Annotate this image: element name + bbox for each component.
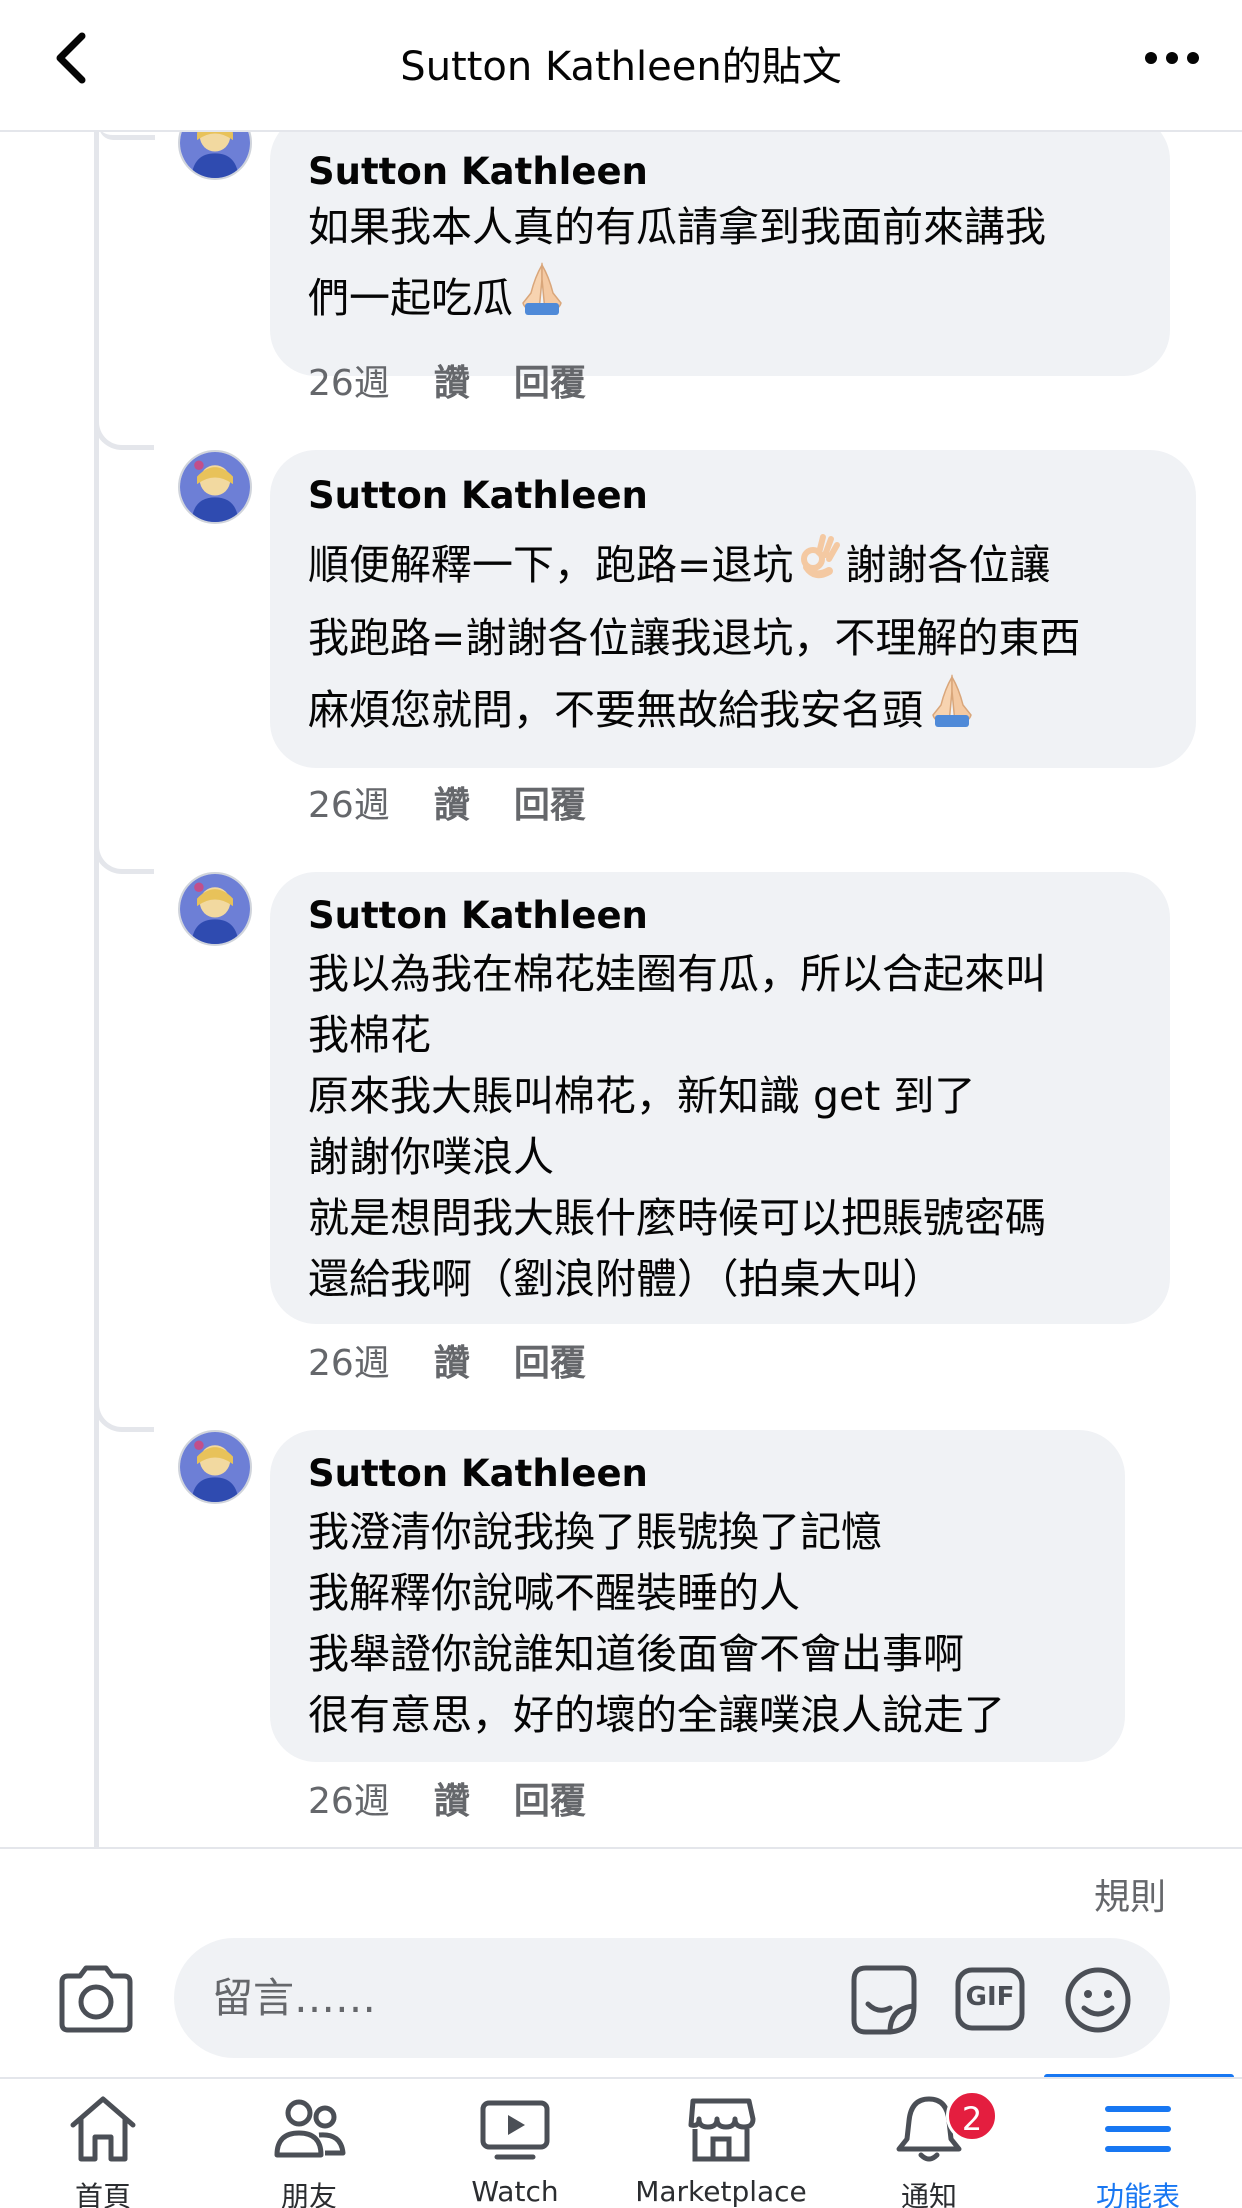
tab-label: 首頁 [74, 2180, 131, 2208]
comment-text-line: 順便解釋一下，跑路=退坑 [308, 541, 794, 589]
comment-meta: 26週 讚 回覆 [308, 776, 586, 828]
reply-link[interactable]: 回覆 [514, 1772, 586, 1824]
camera-button[interactable] [56, 1964, 136, 2034]
tab-label: Watch [471, 2175, 559, 2208]
comment-bubble[interactable]: Sutton Kathleen 如果我本人真的有瓜請拿到我面前來講我 們一起吃瓜 [270, 132, 1170, 376]
comment-text-line: 很有意思，好的壞的全讓噗浪人說走了 [308, 1691, 1005, 1739]
comment-author[interactable]: Sutton Kathleen [308, 148, 1132, 196]
comment-meta: 26週 讚 回覆 [308, 1334, 586, 1386]
reply-link[interactable]: 回覆 [514, 354, 586, 406]
comment-text-line: 就是想問我大賬什麼時候可以把賬號密碼 [308, 1194, 1046, 1242]
comment-meta: 26週 讚 回覆 [308, 1772, 586, 1824]
avatar[interactable] [178, 132, 252, 180]
comment-text-line: 我解釋你說喊不醒裝睡的人 [308, 1569, 800, 1617]
more-dots-icon [1145, 52, 1199, 64]
tab-notifications[interactable]: 通知 [824, 2079, 1034, 2208]
tab-label: 通知 [900, 2180, 957, 2208]
comment-bubble[interactable]: Sutton Kathleen 我以為我在棉花娃圈有瓜，所以合起來叫 我棉花 原… [270, 872, 1170, 1324]
bottom-tab-bar: 首頁 朋友 Watch Marketplace 通知 功能表 [0, 2077, 1242, 2208]
comment-text-line: 謝謝各位讓 [845, 541, 1051, 589]
like-link[interactable]: 讚 [434, 1772, 470, 1824]
tab-label: 朋友 [280, 2180, 337, 2208]
avatar[interactable] [178, 1430, 252, 1504]
comment-age: 26週 [308, 1343, 390, 1384]
reply-link[interactable]: 回覆 [514, 776, 586, 828]
top-bar: Sutton Kathleen的貼文 [0, 0, 1242, 132]
tab-watch[interactable]: Watch [412, 2079, 618, 2208]
comment-meta: 26週 讚 回覆 [308, 354, 586, 406]
avatar-image [180, 874, 250, 944]
more-options-button[interactable] [1142, 46, 1202, 70]
comment-text-line: 我澄清你說我換了賬號換了記憶 [308, 1508, 882, 1556]
watch-icon [480, 2100, 550, 2160]
comment-age: 26週 [308, 363, 390, 404]
like-link[interactable]: 讚 [434, 776, 470, 828]
comment-author[interactable]: Sutton Kathleen [308, 472, 1158, 520]
emoji-button[interactable] [1062, 1964, 1134, 2036]
tab-label: Marketplace [635, 2175, 807, 2208]
comment-text-line: 們一起吃瓜 [308, 274, 513, 322]
reply-link[interactable]: 回覆 [514, 1334, 586, 1386]
comment-age: 26週 [308, 785, 390, 826]
comment-text-line: 我棉花 [308, 1011, 431, 1059]
folded-hands-emoji-icon [923, 671, 981, 755]
menu-icon [1105, 2106, 1171, 2152]
sticker-icon [851, 1965, 917, 2035]
comment-text-line: 如果我本人真的有瓜請拿到我面前來講我 [308, 203, 1046, 251]
comment-text-line: 麻煩您就問，不要無故給我安名頭 [308, 685, 923, 734]
avatar-image [180, 1432, 250, 1502]
camera-icon [59, 1965, 133, 2033]
page-title: Sutton Kathleen的貼文 [400, 44, 842, 90]
tab-marketplace[interactable]: Marketplace [618, 2079, 824, 2208]
comment-text-line: 謝謝你噗浪人 [308, 1133, 554, 1181]
home-icon [70, 2096, 136, 2162]
like-link[interactable]: 讚 [434, 354, 470, 406]
ok-hand-emoji-icon [793, 531, 845, 606]
comment-text-line: 還給我啊（劉浪附體）（拍桌大叫） [308, 1255, 944, 1303]
comment-thread: Sutton Kathleen 如果我本人真的有瓜請拿到我面前來講我 們一起吃瓜… [0, 132, 1242, 1847]
comment-author[interactable]: Sutton Kathleen [308, 892, 1132, 940]
tab-menu[interactable]: 功能表 [1034, 2079, 1242, 2208]
tab-friends[interactable]: 朋友 [206, 2079, 412, 2208]
comment-text-line: 我舉證你說誰知道後面會不會出事啊 [308, 1630, 964, 1678]
comment-text-line: 我以為我在棉花娃圈有瓜，所以合起來叫 [308, 950, 1046, 998]
rules-link[interactable]: 規則 [1094, 1868, 1166, 1920]
gif-label: GIF [965, 1982, 1015, 2012]
like-link[interactable]: 讚 [434, 1334, 470, 1386]
thread-connector [94, 418, 154, 450]
marketplace-icon [688, 2098, 756, 2162]
comment-text-line: 原來我大賬叫棉花，新知識 get 到了 [308, 1072, 976, 1120]
sticker-button[interactable] [846, 1960, 920, 2038]
avatar-image [180, 452, 250, 522]
smiley-icon [1065, 1967, 1131, 2033]
thread-connector [94, 1400, 154, 1432]
gif-button[interactable]: GIF [954, 1964, 1026, 2034]
comment-bubble[interactable]: Sutton Kathleen 我澄清你說我換了賬號換了記憶 我解釋你說喊不醒裝… [270, 1430, 1125, 1762]
comment-author[interactable]: Sutton Kathleen [308, 1450, 1087, 1498]
comment-bubble[interactable]: Sutton Kathleen 順便解釋一下，跑路=退坑 謝謝各位讓 我跑路=謝… [270, 450, 1196, 768]
comment-text-line: 我跑路=謝謝各位讓我退坑，不理解的東西 [308, 613, 1081, 662]
folded-hands-emoji-icon [513, 259, 571, 343]
thread-connector [94, 842, 154, 874]
avatar[interactable] [178, 872, 252, 946]
thread-line [94, 132, 99, 1847]
tab-home[interactable]: 首頁 [0, 2079, 206, 2208]
avatar[interactable] [178, 450, 252, 524]
avatar-image [180, 132, 250, 178]
tab-label: 功能表 [1095, 2180, 1180, 2208]
comment-age: 26週 [308, 1781, 390, 1822]
notification-badge: 2 [946, 2090, 998, 2142]
friends-icon [274, 2099, 346, 2158]
thread-connector [99, 132, 155, 140]
